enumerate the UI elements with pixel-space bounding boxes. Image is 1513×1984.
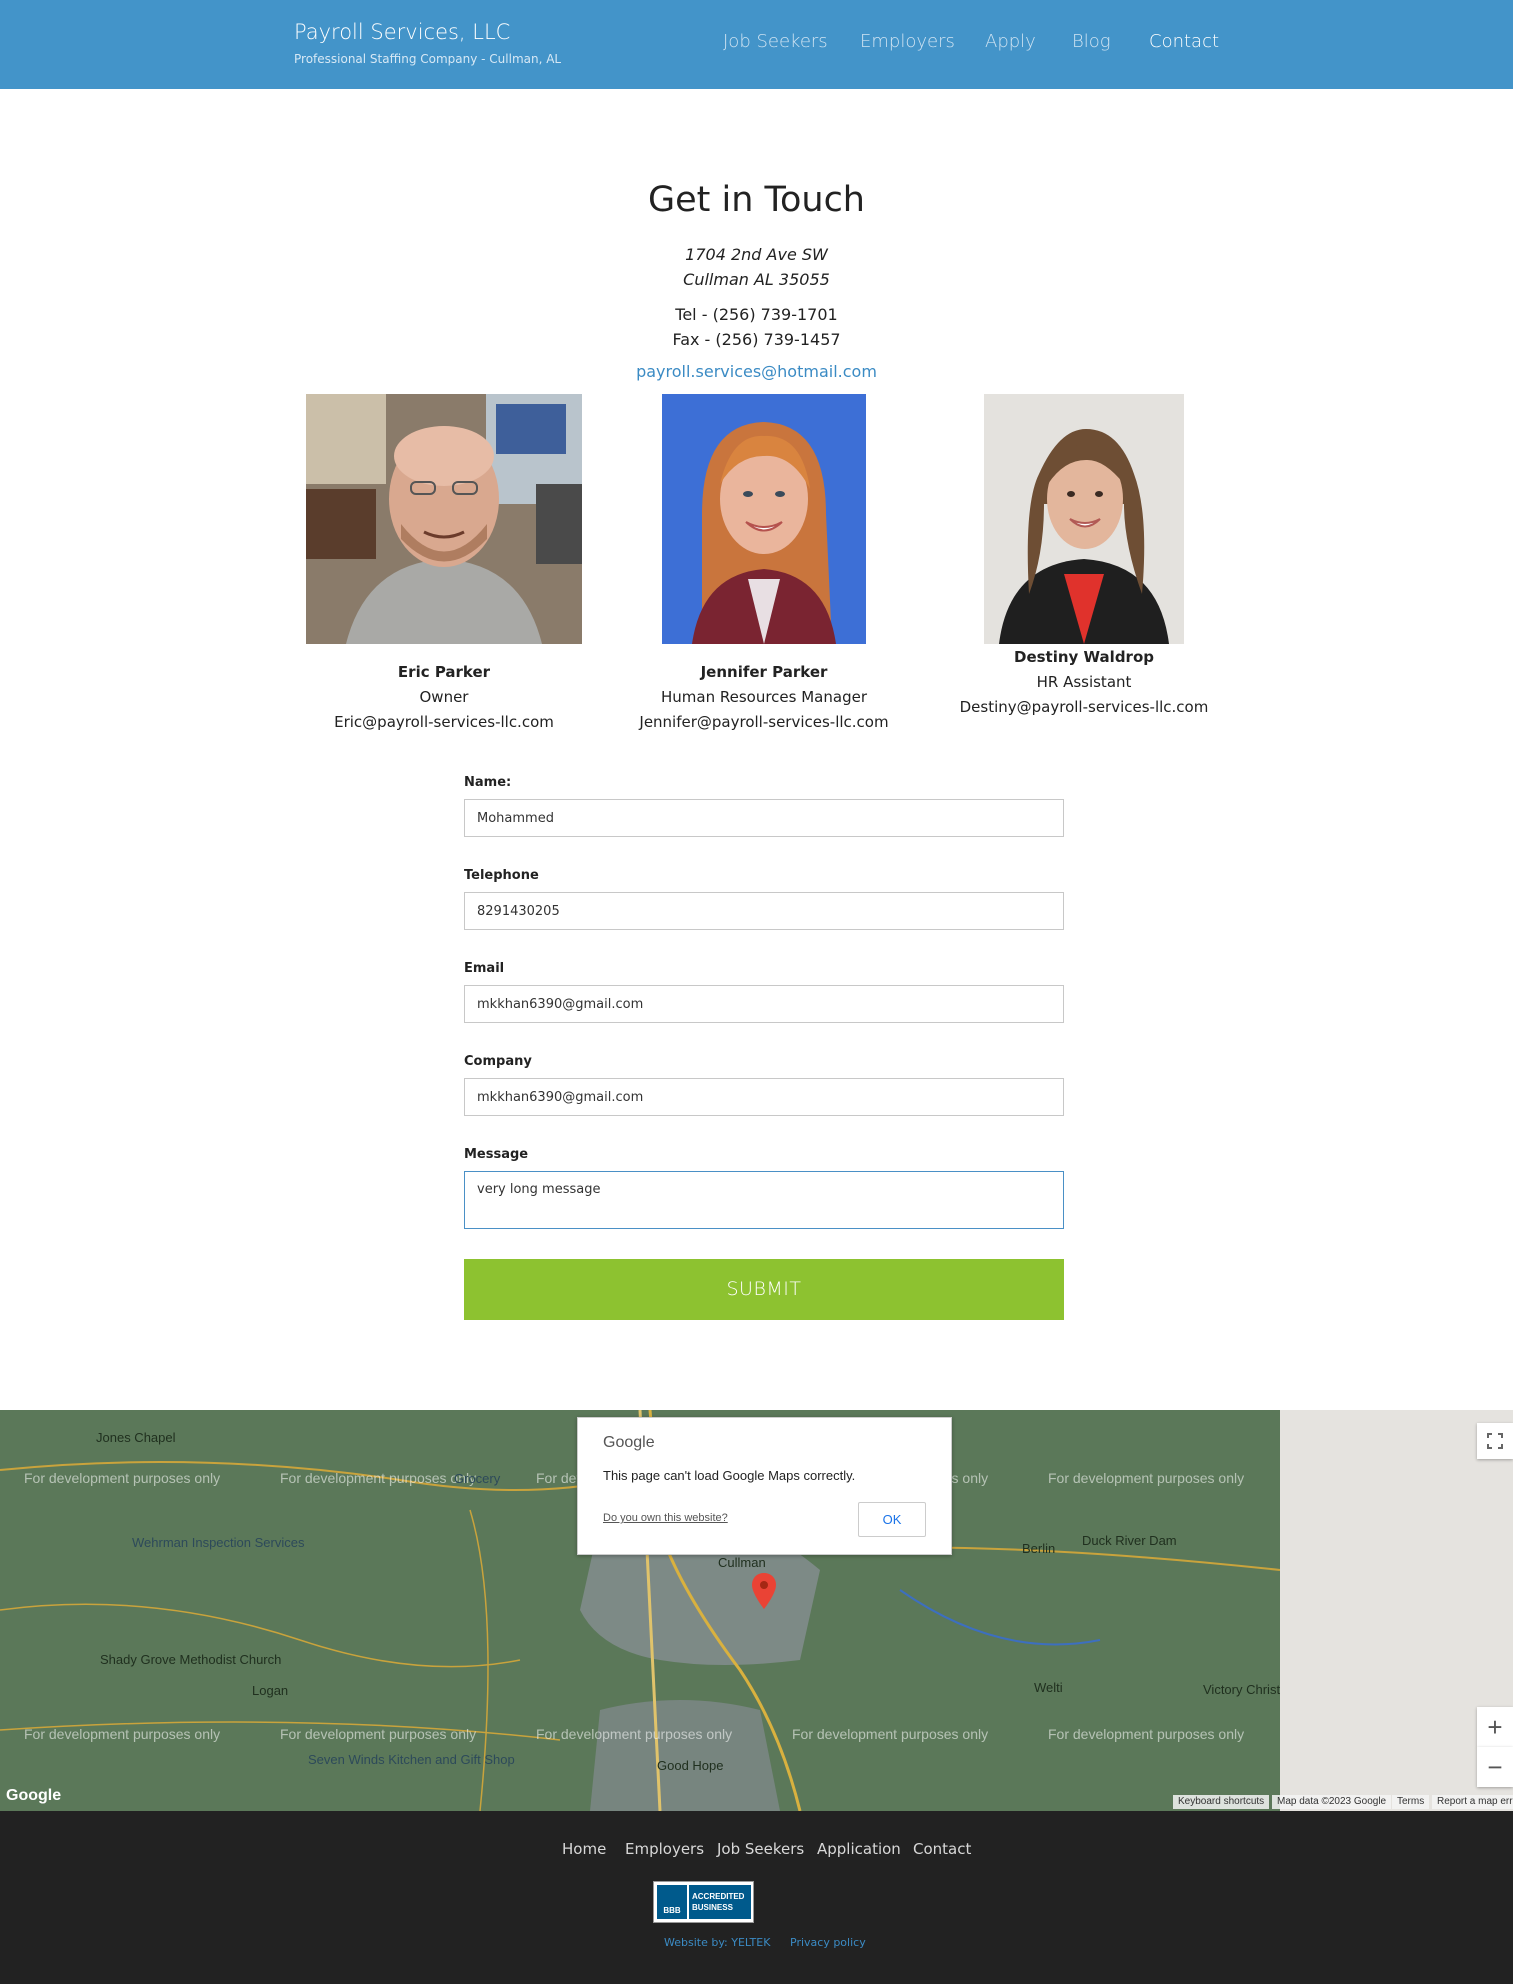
message-field[interactable]: very long message	[464, 1171, 1064, 1229]
map-watermark: For development purposes only	[792, 1726, 989, 1742]
submit-button[interactable]: SUBMIT	[464, 1259, 1064, 1320]
map-watermark: For development purposes only	[24, 1470, 221, 1486]
staff-name: Destiny Waldrop	[1014, 648, 1154, 666]
zoom-out-button[interactable]: −	[1477, 1747, 1513, 1787]
address-line-1: 1704 2nd Ave SW	[685, 245, 828, 264]
staff-role: Human Resources Manager	[661, 688, 867, 706]
map-data-attribution: Map data ©2023 Google	[1272, 1795, 1392, 1809]
site-title[interactable]: Payroll Services, LLC	[294, 20, 510, 44]
page-heading: Get in Touch	[648, 180, 865, 220]
google-logo: Google	[6, 1787, 62, 1804]
map-watermark: For development purposes only	[1048, 1726, 1245, 1742]
bbb-text-panel: ACCREDITED BUSINESS	[689, 1885, 751, 1919]
photo-destiny-waldrop	[984, 394, 1184, 644]
map-place-label: Wehrman Inspection Services	[132, 1535, 305, 1550]
staff-name: Eric Parker	[397, 663, 491, 681]
location-pin-icon[interactable]	[752, 1573, 776, 1609]
footer-link-application[interactable]: Application	[817, 1840, 901, 1858]
zoom-in-button[interactable]: +	[1477, 1707, 1513, 1747]
staff-role: HR Assistant	[1036, 673, 1132, 691]
photo-jennifer-parker	[662, 394, 866, 644]
footer-link-contact[interactable]: Contact	[913, 1840, 971, 1858]
map-watermark: For development purposes only	[280, 1470, 477, 1486]
bbb-accredited-badge[interactable]: BBB ACCREDITED BUSINESS	[653, 1881, 754, 1923]
contact-email-row: payroll.services@hotmail.com	[0, 362, 1513, 381]
map-watermark: For development purposes only	[1048, 1470, 1245, 1486]
report-map-error-link[interactable]: Report a map err	[1432, 1795, 1513, 1809]
footer-link-job-seekers[interactable]: Job Seekers	[717, 1840, 804, 1858]
dialog-google-logo: Google	[603, 1434, 655, 1451]
name-field[interactable]	[464, 799, 1064, 837]
map-watermark: For development purposes only	[24, 1726, 221, 1742]
message-label: Message	[464, 1147, 529, 1162]
telephone-text: Tel - (256) 739-1701	[675, 305, 838, 324]
dialog-message: This page can't load Google Maps correct…	[603, 1468, 856, 1483]
nav-employers[interactable]: Employers	[860, 31, 955, 52]
bbb-logo-icon: BBB	[657, 1885, 687, 1919]
keyboard-shortcuts-link[interactable]: Keyboard shortcuts	[1173, 1795, 1270, 1809]
map-place-label: Welti	[1034, 1680, 1063, 1695]
nav-blog[interactable]: Blog	[1072, 31, 1111, 52]
map-place-label: Jones Chapel	[96, 1430, 176, 1445]
telephone-label: Telephone	[464, 868, 539, 883]
bbb-line-2: BUSINESS	[692, 1903, 733, 1912]
footer-link-home[interactable]: Home	[562, 1840, 606, 1858]
nav-contact[interactable]: Contact	[1149, 31, 1219, 52]
maps-error-dialog: Google This page can't load Google Maps …	[577, 1417, 952, 1555]
footer-link-employers[interactable]: Employers	[625, 1840, 704, 1858]
fullscreen-icon	[1487, 1433, 1503, 1449]
staff-email: Jennifer@payroll-services-llc.com	[639, 713, 889, 731]
site-header: Payroll Services, LLC Professional Staff…	[0, 0, 1513, 89]
company-field[interactable]	[464, 1078, 1064, 1116]
staff-email: Eric@payroll-services-llc.com	[334, 713, 554, 731]
map-place-label: Berlin	[1022, 1541, 1056, 1556]
site-footer	[0, 1811, 1513, 1984]
map-place-label: Good Hope	[657, 1758, 724, 1773]
fax-text: Fax - (256) 739-1457	[672, 330, 841, 349]
contact-email-link[interactable]: payroll.services@hotmail.com	[636, 362, 877, 381]
terms-link[interactable]: Terms	[1392, 1795, 1430, 1809]
staff-email: Destiny@payroll-services-llc.com	[959, 698, 1209, 716]
map-place-label: Cullman	[718, 1555, 766, 1570]
company-label: Company	[464, 1054, 532, 1069]
name-label: Name:	[464, 775, 512, 790]
email-label: Email	[464, 961, 505, 976]
dialog-own-website-link[interactable]: Do you own this website?	[603, 1512, 728, 1524]
nav-job-seekers[interactable]: Job Seekers	[723, 31, 828, 52]
map-place-label: Duck River Dam	[1082, 1533, 1177, 1548]
website-by-link[interactable]: Website by: YELTEK	[664, 1936, 770, 1949]
fullscreen-button[interactable]	[1477, 1423, 1513, 1459]
photo-eric-parker	[306, 394, 582, 644]
site-subtitle: Professional Staffing Company - Cullman,…	[294, 52, 562, 66]
dialog-ok-button[interactable]: OK	[858, 1502, 926, 1537]
map-place-label: Shady Grove Methodist Church	[100, 1652, 282, 1667]
bbb-line-1: ACCREDITED	[692, 1892, 745, 1901]
address-line-2: Cullman AL 35055	[683, 270, 830, 289]
map-watermark: For development purposes only	[536, 1726, 733, 1742]
privacy-policy-link[interactable]: Privacy policy	[790, 1936, 866, 1949]
staff-name: Jennifer Parker	[700, 663, 828, 681]
email-field[interactable]	[464, 985, 1064, 1023]
map-place-label: Logan	[252, 1683, 289, 1698]
telephone-field[interactable]	[464, 892, 1064, 930]
map-place-label: Seven Winds Kitchen and Gift Shop	[308, 1752, 515, 1767]
staff-role: Owner	[419, 688, 469, 706]
map-place-label: Grocery	[454, 1471, 501, 1486]
map-watermark: For development purposes only	[280, 1726, 477, 1742]
nav-apply[interactable]: Apply	[985, 31, 1036, 52]
